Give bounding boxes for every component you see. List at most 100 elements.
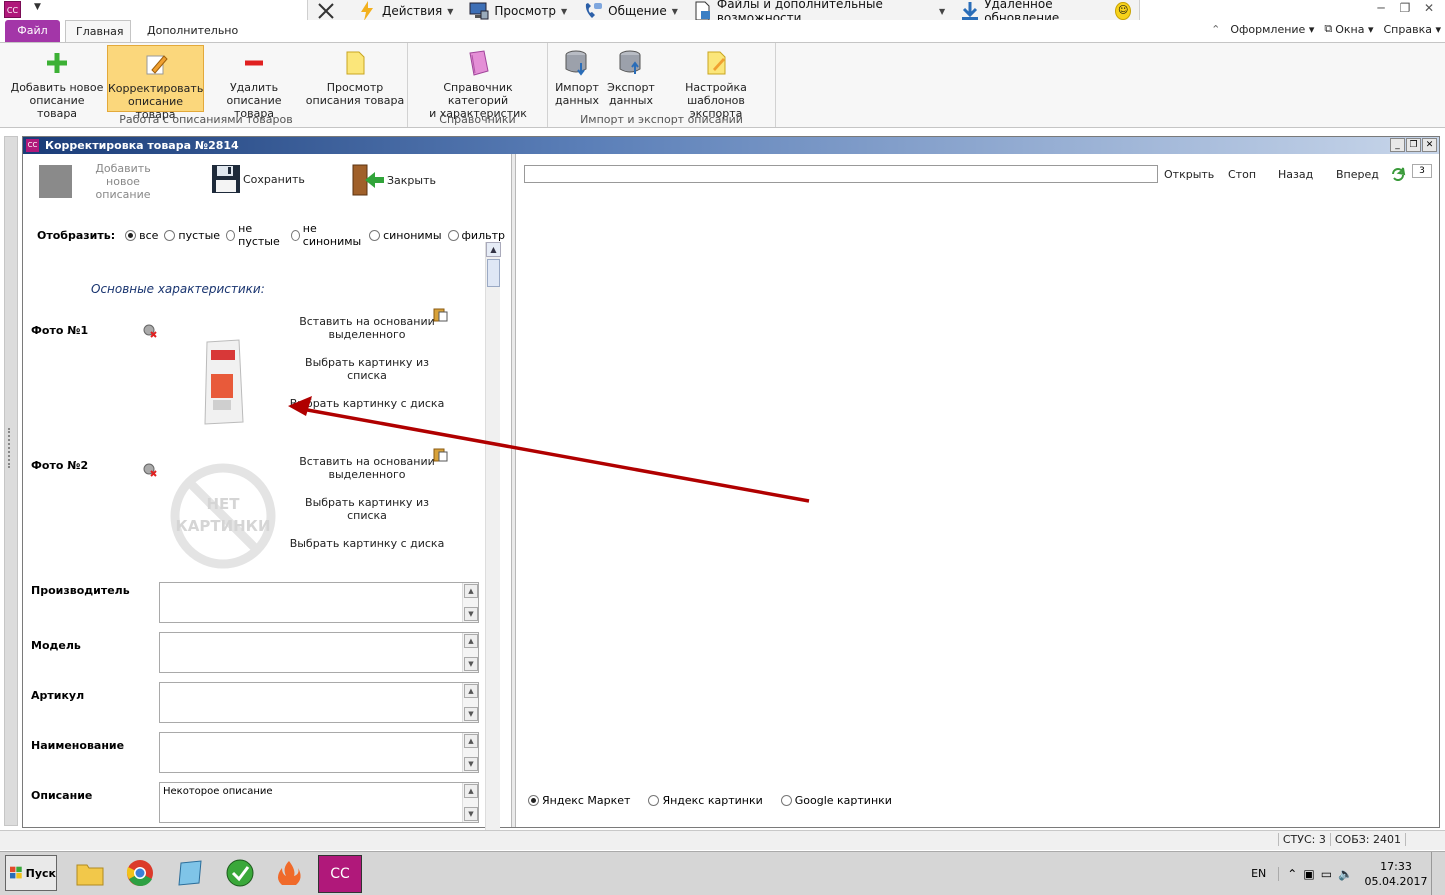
clipboard-icon[interactable] bbox=[432, 306, 448, 322]
maximize-button[interactable]: ❐ bbox=[1393, 0, 1417, 16]
start-button[interactable]: Пуск bbox=[5, 855, 57, 891]
field-scrollbar[interactable]: ▲ ▼ bbox=[462, 583, 478, 622]
display-option-synonyms[interactable]: синонимы bbox=[369, 229, 442, 242]
tray-expand-icon[interactable]: ⌃ bbox=[1287, 867, 1297, 881]
model-field[interactable]: ▲ ▼ bbox=[159, 632, 479, 673]
source-google-images[interactable]: Google картинки bbox=[780, 794, 892, 807]
taskbar-firewall-icon[interactable] bbox=[272, 856, 306, 890]
photo1-paste-selected-link[interactable]: Вставить на основании выделенного bbox=[287, 315, 447, 341]
add-description-button[interactable]: Добавить новое описание товара bbox=[9, 45, 105, 120]
side-panel-strip[interactable] bbox=[4, 136, 18, 826]
help-menu[interactable]: Справка ▾ bbox=[1384, 23, 1442, 36]
communication-menu[interactable]: Общение ▼ bbox=[575, 0, 686, 22]
photo2-paste-selected-link[interactable]: Вставить на основании выделенного bbox=[287, 455, 447, 481]
quick-access-dropdown-icon[interactable]: ▼ bbox=[34, 2, 41, 12]
files-menu[interactable]: Файлы и дополнительные возможности ▼ bbox=[686, 0, 953, 25]
scroll-down-arrow-icon[interactable]: ▼ bbox=[464, 607, 478, 621]
doc-close-button[interactable]: ✕ bbox=[1422, 138, 1437, 152]
field-scrollbar[interactable]: ▲ ▼ bbox=[462, 683, 478, 722]
actions-menu[interactable]: Действия ▼ bbox=[349, 0, 461, 22]
save-button[interactable]: Сохранить bbox=[211, 164, 305, 194]
scroll-down-arrow-icon[interactable]: ▼ bbox=[464, 707, 478, 721]
delete-photo2-icon[interactable] bbox=[143, 463, 157, 477]
photo2-pick-from-disk-link[interactable]: Выбрать картинку с диска bbox=[287, 537, 447, 550]
import-data-button[interactable]: Импорт данных bbox=[551, 45, 603, 112]
scroll-up-arrow-icon[interactable]: ▲ bbox=[486, 242, 501, 257]
appearance-menu[interactable]: Оформление ▾ bbox=[1230, 23, 1314, 36]
export-data-button[interactable]: Экспорт данных bbox=[605, 45, 657, 112]
scroll-down-arrow-icon[interactable]: ▼ bbox=[464, 807, 478, 821]
view-menu[interactable]: Просмотр ▼ bbox=[461, 0, 575, 22]
source-yandex-market[interactable]: Яндекс Маркет bbox=[528, 794, 630, 807]
close-window-button[interactable]: ✕ bbox=[1417, 0, 1441, 16]
edit-description-button[interactable]: Корректировать описание товара bbox=[107, 45, 204, 121]
tab-file[interactable]: Файл bbox=[5, 20, 60, 42]
doc-minimize-button[interactable]: _ bbox=[1390, 138, 1405, 152]
chevron-up-icon[interactable]: ⌃ bbox=[1211, 23, 1220, 36]
source-yandex-images[interactable]: Яндекс картинки bbox=[648, 794, 763, 807]
scroll-up-arrow-icon[interactable]: ▲ bbox=[464, 684, 478, 698]
field-scrollbar[interactable]: ▲ ▼ bbox=[462, 733, 478, 772]
display-option-filter[interactable]: фильтр bbox=[447, 229, 505, 242]
photo1-pick-from-list-link[interactable]: Выбрать картинку из списка bbox=[287, 356, 447, 382]
remote-update-command[interactable]: Удалённое обновление ☺ bbox=[953, 0, 1139, 25]
taskbar-explorer-icon[interactable] bbox=[73, 856, 107, 890]
clipboard-icon[interactable] bbox=[432, 446, 448, 462]
show-desktop-button[interactable] bbox=[1431, 852, 1445, 895]
taskbar-chrome-icon[interactable] bbox=[123, 856, 157, 890]
categories-directory-button[interactable]: Справочник категорий и характеристик bbox=[412, 45, 544, 120]
minimize-button[interactable]: ─ bbox=[1369, 0, 1393, 16]
scroll-up-arrow-icon[interactable]: ▲ bbox=[464, 734, 478, 748]
language-indicator[interactable]: EN bbox=[1251, 867, 1266, 880]
display-option-not-empty[interactable]: не пустые bbox=[226, 222, 285, 248]
app-icon[interactable]: CC bbox=[4, 1, 21, 18]
description-field[interactable]: Некоторое описание ▲ ▼ bbox=[159, 782, 479, 823]
delete-description-button[interactable]: Удалить описание товара bbox=[206, 45, 302, 120]
tab-main[interactable]: Главная bbox=[65, 20, 131, 42]
export-templates-button[interactable]: Настройка шаблонов экспорта bbox=[661, 45, 771, 120]
back-link[interactable]: Назад bbox=[1278, 168, 1313, 181]
tab-extra[interactable]: Дополнительно bbox=[137, 20, 247, 42]
add-new-description-button[interactable]: Добавить новое описание bbox=[39, 162, 168, 201]
display-option-not-synonyms[interactable]: не синонимы bbox=[290, 222, 363, 248]
manufacturer-field[interactable]: ▲ ▼ bbox=[159, 582, 479, 623]
taskbar-green-app-icon[interactable] bbox=[223, 856, 257, 890]
photo1-pick-from-disk-link[interactable]: Выбрать картинку с диска bbox=[287, 397, 447, 410]
tray-volume-icon[interactable]: 🔈 bbox=[1338, 867, 1353, 881]
side-panel-grip[interactable] bbox=[8, 428, 12, 468]
smiley-icon[interactable]: ☺ bbox=[1115, 2, 1131, 20]
forward-link[interactable]: Вперед bbox=[1336, 168, 1379, 181]
delete-photo1-icon[interactable] bbox=[143, 324, 157, 338]
clock[interactable]: 17:33 05.04.2017 bbox=[1361, 859, 1431, 889]
scroll-down-arrow-icon[interactable]: ▼ bbox=[464, 657, 478, 671]
scroll-down-arrow-icon[interactable]: ▼ bbox=[464, 757, 478, 771]
tray-power-icon[interactable]: ▭ bbox=[1321, 867, 1332, 881]
field-scrollbar[interactable]: ▲ ▼ bbox=[462, 783, 478, 822]
no-image-placeholder[interactable]: НЕТ КАРТИНКИ bbox=[168, 461, 278, 571]
product-photo1[interactable] bbox=[201, 334, 245, 429]
windows-menu[interactable]: ⧉ Окна ▾ bbox=[1324, 22, 1373, 36]
scroll-up-arrow-icon[interactable]: ▲ bbox=[464, 634, 478, 648]
taskbar-notebook-icon[interactable] bbox=[173, 856, 207, 890]
display-option-all[interactable]: все bbox=[125, 229, 158, 242]
refresh-icon[interactable] bbox=[1390, 166, 1406, 182]
field-scrollbar[interactable]: ▲ ▼ bbox=[462, 633, 478, 672]
photo2-pick-from-list-link[interactable]: Выбрать картинку из списка bbox=[287, 496, 447, 522]
article-field[interactable]: ▲ ▼ bbox=[159, 682, 479, 723]
scroll-thumb[interactable] bbox=[487, 259, 500, 287]
view-description-button[interactable]: Просмотр описания товара bbox=[305, 45, 405, 112]
floppy-disk-icon bbox=[212, 165, 240, 193]
scroll-up-arrow-icon[interactable]: ▲ bbox=[464, 784, 478, 798]
scroll-up-arrow-icon[interactable]: ▲ bbox=[464, 584, 478, 598]
url-input[interactable] bbox=[524, 165, 1158, 183]
tray-network-icon[interactable]: ▣ bbox=[1303, 867, 1314, 881]
doc-restore-button[interactable]: ❐ bbox=[1406, 138, 1421, 152]
stop-link[interactable]: Стоп bbox=[1228, 168, 1256, 181]
taskbar-cc-app-icon[interactable]: CC bbox=[318, 855, 362, 893]
close-button[interactable]: Закрыть bbox=[351, 164, 436, 196]
name-field[interactable]: ▲ ▼ bbox=[159, 732, 479, 773]
open-link[interactable]: Открыть bbox=[1164, 168, 1214, 181]
display-option-empty[interactable]: пустые bbox=[164, 229, 220, 242]
editor-scrollbar[interactable]: ▲ bbox=[485, 242, 501, 842]
close-command[interactable] bbox=[308, 0, 349, 22]
